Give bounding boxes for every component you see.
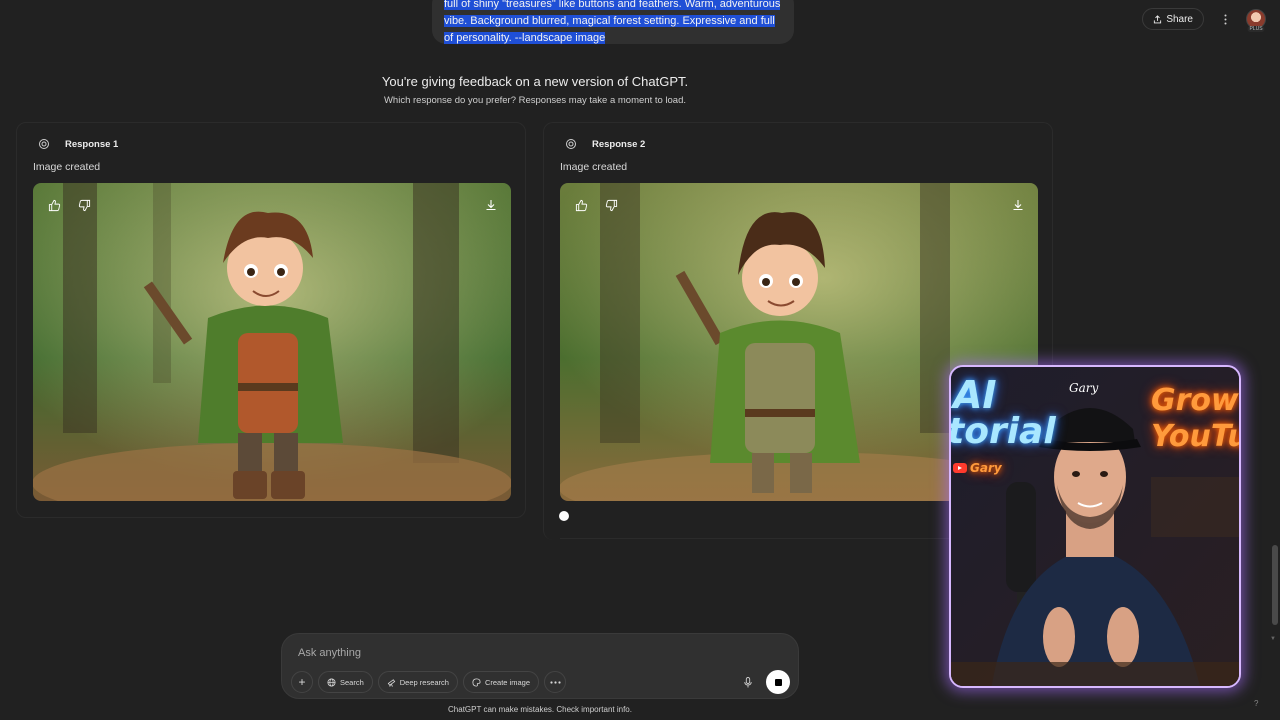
palette-icon [472, 677, 481, 687]
thumbs-down-icon[interactable] [601, 195, 621, 215]
youtube-channel-badge: Gary [953, 461, 1002, 475]
composer: + Search Deep research Create image [281, 633, 799, 699]
scroll-thumb[interactable] [1272, 545, 1278, 625]
create-image-button[interactable]: Create image [462, 671, 539, 693]
neon-sign-text: YouTub [1151, 419, 1239, 454]
plus-icon: + [298, 675, 306, 689]
deep-research-button[interactable]: Deep research [377, 671, 458, 693]
chatgpt-logo-icon [37, 137, 51, 151]
more-options-icon[interactable] [1214, 8, 1236, 30]
forest-character-illustration [33, 183, 511, 501]
help-icon[interactable]: ? [1254, 699, 1266, 711]
response-1-card[interactable]: Response 1 Image created [16, 122, 526, 518]
feedback-title: You're giving feedback on a new version … [381, 74, 689, 89]
add-attachment-button[interactable]: + [291, 671, 313, 693]
telescope-icon [387, 678, 395, 687]
feedback-subtitle: Which response do you prefer? Responses … [383, 95, 687, 106]
neon-sign-text: torial [949, 411, 1056, 452]
channel-label: Gary [970, 461, 1002, 475]
generated-image[interactable] [33, 183, 511, 501]
thumbs-up-icon[interactable] [44, 195, 64, 215]
avatar[interactable]: PLUS [1246, 9, 1266, 32]
thumbs-down-icon[interactable] [74, 195, 94, 215]
response-title: Response 1 [65, 138, 119, 150]
response-title: Response 2 [592, 138, 646, 150]
cap-logo-text: Gary [1069, 381, 1099, 395]
ellipsis-icon [549, 680, 561, 684]
scrollbar[interactable]: ▼ [1268, 0, 1280, 720]
response-status: Image created [560, 161, 628, 173]
search-label: Search [340, 677, 364, 687]
youtube-logo-icon [953, 463, 967, 473]
plan-badge: PLUS [1247, 26, 1265, 32]
neon-sign-text: Grow [1151, 383, 1239, 418]
chatgpt-logo-icon [564, 137, 578, 151]
prompt-input[interactable] [298, 644, 718, 662]
response-header: Response 1 [37, 137, 118, 151]
download-icon[interactable] [481, 195, 501, 215]
create-image-label: Create image [484, 677, 530, 687]
response-status: Image created [33, 161, 101, 173]
share-icon [1154, 14, 1162, 23]
download-icon[interactable] [1008, 195, 1028, 215]
globe-icon [327, 677, 336, 687]
stop-generating-button[interactable] [766, 670, 790, 694]
user-prompt-bubble: full of shiny "treasures" like buttons a… [432, 0, 794, 44]
prompt-text[interactable]: full of shiny "treasures" like buttons a… [444, 0, 782, 47]
carousel-dot[interactable] [559, 511, 569, 521]
deep-research-label: Deep research [399, 677, 449, 687]
composer-tools: + Search Deep research Create image [291, 671, 566, 693]
share-button[interactable]: Share [1142, 8, 1204, 30]
webcam-overlay: AI torial Grow YouTub Gary Gary [949, 365, 1241, 688]
thumbs-up-icon[interactable] [571, 195, 591, 215]
more-tools-button[interactable] [544, 671, 566, 693]
header-actions: Share PLUS [1142, 8, 1266, 32]
stop-icon [774, 678, 782, 686]
microphone-icon[interactable] [739, 673, 757, 691]
share-label: Share [1166, 13, 1193, 25]
search-button[interactable]: Search [318, 671, 373, 693]
response-header: Response 2 [564, 137, 645, 151]
scroll-down-arrow-icon[interactable]: ▼ [1270, 636, 1276, 642]
disclaimer: ChatGPT can make mistakes. Check importa… [448, 705, 632, 714]
